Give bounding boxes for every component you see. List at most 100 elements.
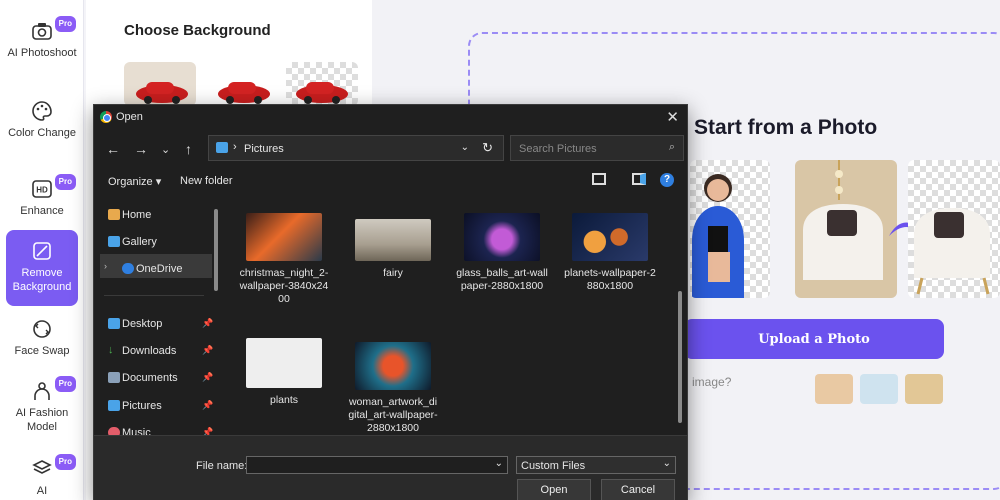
search-icon: ⌕ xyxy=(668,141,675,153)
file-type-select[interactable]: Custom Files ⌄ xyxy=(516,456,676,474)
expand-chevron-icon[interactable]: › xyxy=(104,261,107,271)
file-item[interactable]: woman_artwork_digital_art-wallpaper-2880… xyxy=(347,342,439,435)
file-thumbnail xyxy=(246,338,322,388)
nav-item-ai[interactable]: Pro AI xyxy=(6,454,78,498)
sample-image-bag[interactable] xyxy=(905,374,943,404)
nav-item-label: Remove Background xyxy=(12,267,72,293)
nav-pane-pictures[interactable]: Pictures 📌 xyxy=(108,400,213,412)
nav-pane-scrollbar[interactable] xyxy=(214,209,218,291)
background-thumbnail[interactable] xyxy=(208,62,280,106)
nav-item-ai-fashion-model[interactable]: Pro AI Fashion Model xyxy=(6,376,78,434)
nav-pane-documents[interactable]: Documents 📌 xyxy=(108,372,213,384)
open-button[interactable]: Open xyxy=(517,479,591,500)
nav-pane-label: Gallery xyxy=(122,236,157,248)
chevron-down-icon[interactable]: ⌄ xyxy=(461,142,469,153)
nav-item-face-swap[interactable]: Face Swap xyxy=(6,318,78,358)
pro-badge: Pro xyxy=(54,454,76,470)
new-folder-button[interactable]: New folder xyxy=(180,175,233,187)
nav-item-label: Color Change xyxy=(8,127,76,139)
nav-pane-music[interactable]: Music 📌 xyxy=(108,427,213,435)
organize-button[interactable]: Organize ▾ xyxy=(108,175,161,188)
pro-badge: Pro xyxy=(54,376,76,392)
file-thumbnail xyxy=(572,213,648,261)
navigation-pane: Home Gallery › OneDrive Desktop 📌 ↓ Down… xyxy=(94,197,224,435)
nav-pane-desktop[interactable]: Desktop 📌 xyxy=(108,318,213,330)
background-thumbnail-transparent[interactable] xyxy=(286,62,358,106)
chevron-down-icon: ⌄ xyxy=(662,458,671,469)
preview-pane-icon[interactable] xyxy=(632,173,646,185)
desktop-icon xyxy=(108,318,120,329)
nav-item-ai-photoshoot[interactable]: Pro AI Photoshoot xyxy=(6,16,78,60)
nav-pane-gallery[interactable]: Gallery xyxy=(108,236,157,248)
nav-item-color-change[interactable]: Color Change xyxy=(6,100,78,140)
main-title: Start from a Photo xyxy=(694,116,878,139)
pin-icon: 📌 xyxy=(202,427,214,435)
nav-item-label: Face Swap xyxy=(14,345,70,357)
breadcrumb-chevron-icon: › xyxy=(233,141,237,153)
background-panel-title: Choose Background xyxy=(124,22,271,39)
up-icon[interactable]: ↑ xyxy=(185,141,192,157)
chrome-icon xyxy=(100,111,112,123)
recent-locations-icon[interactable]: ⌄ xyxy=(161,143,170,156)
pin-icon: 📌 xyxy=(202,318,214,328)
face-swap-icon xyxy=(33,320,51,338)
file-name: planets-wallpaper-2880x1800 xyxy=(564,267,656,292)
nav-pane-label: Music xyxy=(122,427,151,435)
file-list-scrollbar[interactable] xyxy=(678,291,682,423)
refresh-icon[interactable]: ↻ xyxy=(482,140,493,156)
pro-badge: Pro xyxy=(54,174,76,190)
file-thumbnail xyxy=(355,219,431,261)
nav-item-label: AI xyxy=(36,485,48,497)
remove-background-icon xyxy=(33,242,51,260)
nav-pane-label: Desktop xyxy=(122,318,163,330)
music-icon xyxy=(108,427,120,435)
view-options-icon[interactable] xyxy=(592,173,606,185)
file-item[interactable]: glass_balls_art-wallpaper-2880x1800 xyxy=(456,213,548,293)
file-item[interactable]: plants xyxy=(238,338,330,407)
file-name: fairy xyxy=(383,267,403,279)
nav-item-enhance[interactable]: HD Pro Enhance xyxy=(6,174,78,218)
pin-icon: 📌 xyxy=(202,372,214,382)
dialog-footer: File name: ⌄ Custom Files ⌄ Open Cancel xyxy=(94,435,687,500)
left-nav: Pro AI Photoshoot Color Change HD Pro En… xyxy=(0,0,84,500)
file-item[interactable]: fairy xyxy=(347,213,439,280)
sample-image-shoes[interactable] xyxy=(860,374,898,404)
sample-image-dog[interactable] xyxy=(815,374,853,404)
pictures-icon xyxy=(108,400,120,411)
sample-hint-text: n image? xyxy=(682,375,732,389)
file-item[interactable]: planets-wallpaper-2880x1800 xyxy=(564,213,656,293)
close-icon[interactable]: ✕ xyxy=(666,108,679,126)
nav-pane-label: Downloads xyxy=(122,345,177,357)
hd-icon: HD xyxy=(32,180,52,198)
nav-pane-downloads[interactable]: ↓ Downloads 📌 xyxy=(108,344,213,357)
file-thumbnail xyxy=(464,213,540,261)
dialog-titlebar[interactable]: Open ✕ xyxy=(94,105,687,129)
file-name: woman_artwork_digital_art-wallpaper-2880… xyxy=(348,396,438,434)
nav-pane-label: Pictures xyxy=(122,400,162,412)
nav-pane-onedrive[interactable]: OneDrive xyxy=(122,263,183,275)
back-icon[interactable]: ← xyxy=(106,141,120,157)
nav-item-remove-background[interactable]: Remove Background xyxy=(6,230,78,306)
pin-icon: 📌 xyxy=(202,345,214,355)
upload-photo-button[interactable]: Upload a Photo xyxy=(684,319,944,359)
chevron-down-icon[interactable]: ⌄ xyxy=(495,458,503,469)
file-name-input[interactable]: ⌄ xyxy=(246,456,508,474)
pin-icon: 📌 xyxy=(202,400,214,410)
address-bar[interactable]: › Pictures ⌄ ↻ xyxy=(208,135,504,161)
cancel-button[interactable]: Cancel xyxy=(601,479,675,500)
home-icon xyxy=(108,209,120,220)
help-icon[interactable]: ? xyxy=(660,173,674,187)
car-image xyxy=(296,82,348,104)
background-thumbnail[interactable] xyxy=(124,62,196,106)
file-item[interactable]: christmas_night_2-wallpaper-3840x2400 xyxy=(238,213,330,306)
nav-pane-label: OneDrive xyxy=(136,263,183,275)
address-text: Pictures xyxy=(244,143,284,155)
search-input[interactable]: Search Pictures ⌕ xyxy=(510,135,684,161)
search-placeholder: Search Pictures xyxy=(519,143,597,155)
fashion-model-icon xyxy=(34,382,50,400)
nav-pane-label: Home xyxy=(122,209,152,221)
nav-item-label: AI Fashion Model xyxy=(15,407,69,433)
divider xyxy=(104,295,204,296)
nav-pane-home[interactable]: Home xyxy=(108,209,152,221)
forward-icon[interactable]: → xyxy=(134,141,148,157)
